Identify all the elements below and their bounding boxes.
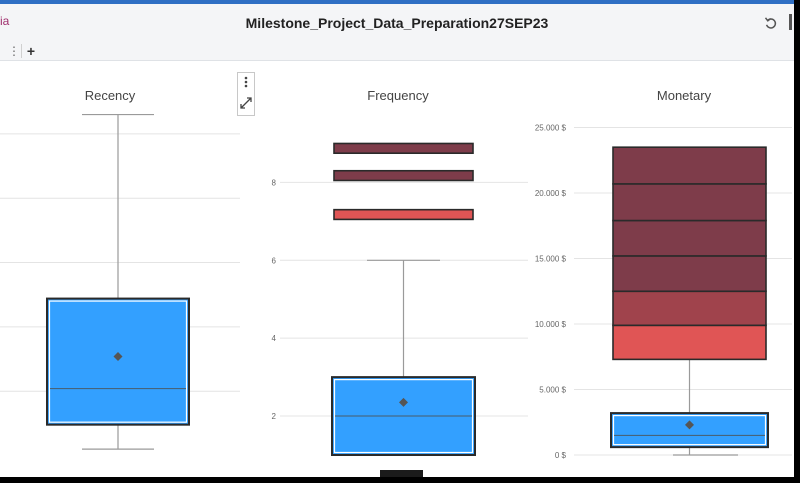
chart-title: Recency: [85, 88, 136, 103]
report-header: ia Milestone_Project_Data_Preparation27S…: [0, 4, 794, 61]
outlier-bin: [333, 142, 474, 155]
iqr-box: [610, 412, 769, 449]
tab-menu-icon[interactable]: ⋮: [8, 43, 20, 59]
undo-icon[interactable]: [764, 16, 778, 30]
y-tick-label: 25.000 $: [535, 124, 567, 133]
y-tick-label: 5.000 $: [539, 386, 566, 395]
y-tick-label: 4: [272, 334, 277, 343]
report-window: ia Milestone_Project_Data_Preparation27S…: [0, 0, 794, 477]
outlier-bin: [612, 255, 767, 293]
add-page-button[interactable]: +: [25, 43, 37, 59]
chart-title: Frequency: [367, 88, 429, 103]
bottom-page-indicator[interactable]: [380, 470, 423, 477]
y-tick-label: 0 $: [555, 451, 567, 460]
iqr-box: [46, 297, 190, 426]
chart-panel-recency[interactable]: Recency: [0, 62, 260, 477]
more-options-icon[interactable]: [238, 75, 254, 89]
chart-panel-frequency[interactable]: Frequency 2 4 6 8: [260, 62, 530, 477]
y-tick-label: 10.000 $: [535, 320, 567, 329]
frequency-box-plot: Frequency 2 4 6 8: [272, 88, 528, 456]
tab-divider: [21, 44, 22, 58]
outlier-bin: [333, 169, 474, 182]
object-toolbar: [237, 72, 255, 116]
window-edge-handle: [789, 14, 792, 30]
y-tick-label: 8: [272, 178, 277, 187]
outlier-bin: [612, 290, 767, 327]
report-title: Milestone_Project_Data_Preparation27SEP2…: [245, 15, 549, 31]
monetary-box-plot: Monetary 0 $ 5.000 $ 10.000 $ 15.000 $ 20.000…: [535, 88, 792, 460]
outlier-bin: [612, 183, 767, 222]
y-tick-label: 20.000 $: [535, 189, 567, 198]
y-tick-label: 2: [272, 412, 277, 421]
maximize-icon[interactable]: [240, 97, 252, 109]
outlier-bin: [612, 219, 767, 257]
outlier-bin: [612, 324, 767, 361]
y-tick-label: 6: [272, 256, 277, 265]
chart-title: Monetary: [657, 88, 712, 103]
y-tick-label: 15.000 $: [535, 255, 567, 264]
outlier-bin: [333, 208, 474, 221]
outlier-bin: [612, 146, 767, 185]
recency-box-plot: Recency: [0, 88, 240, 450]
chart-panel-monetary[interactable]: Monetary 0 $ 5.000 $ 10.000 $ 15.000 $ 20.000…: [530, 62, 794, 477]
